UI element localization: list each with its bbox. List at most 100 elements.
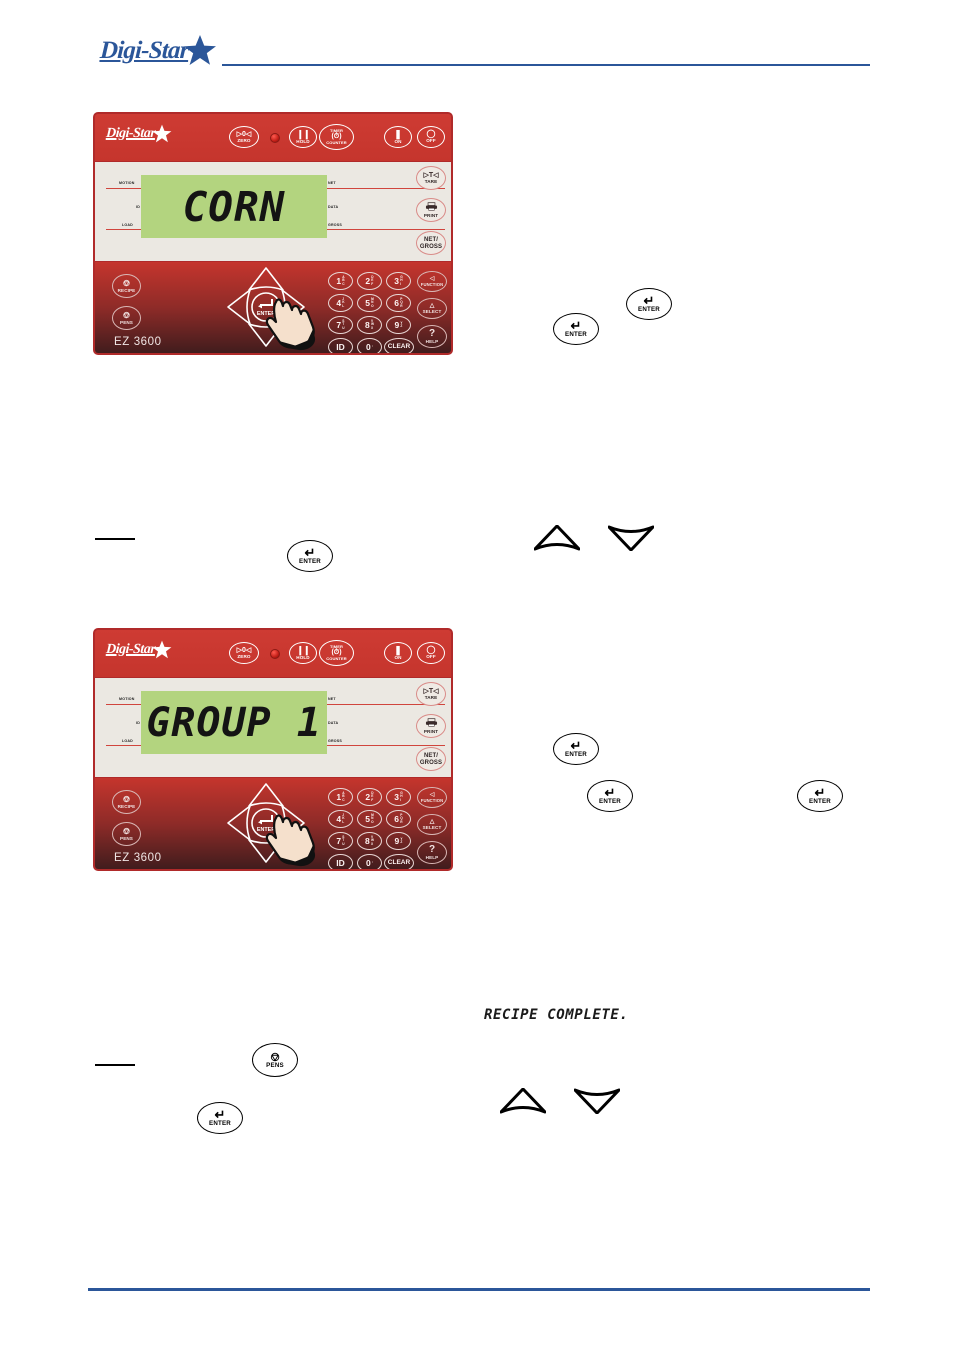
key-0[interactable]: 0 : xyxy=(357,338,382,353)
key-num: 0 xyxy=(366,857,371,868)
list-dash xyxy=(95,538,135,540)
hold-button[interactable]: ❙❙ HOLD xyxy=(289,642,317,664)
enter-icon[interactable]: ↵ ENTER xyxy=(587,780,633,812)
key-letters: ABC xyxy=(342,790,345,802)
off-button[interactable]: ◯ OFF xyxy=(417,126,445,148)
dpad-left xyxy=(227,805,251,841)
enter-icon[interactable]: ↵ ENTER xyxy=(553,733,599,765)
key-3[interactable]: 3 GHI xyxy=(386,272,411,290)
power-off-icon: ◯ xyxy=(426,129,436,139)
key-0[interactable]: 0 : xyxy=(357,854,382,869)
key-9[interactable]: 9 YZ xyxy=(386,316,411,334)
key-clear[interactable]: CLEAR xyxy=(384,854,414,869)
enter-label: ENTER xyxy=(209,1120,231,1128)
print-button[interactable]: PRINT xyxy=(416,714,446,738)
key-5[interactable]: 5 MNO xyxy=(357,294,382,312)
hold-label: HOLD xyxy=(296,654,310,660)
key-9[interactable]: 9 YZ xyxy=(386,832,411,850)
recipe-button[interactable]: ⎊ RECIPE xyxy=(112,274,141,298)
enter-label: ENTER xyxy=(299,558,321,566)
dpad-left xyxy=(227,289,251,325)
annunciator-rule xyxy=(327,229,445,230)
hand-pointer-icon xyxy=(263,812,321,869)
down-arrow-icon[interactable] xyxy=(607,525,655,556)
key-8[interactable]: 8 VWX xyxy=(357,316,382,334)
power-led xyxy=(270,133,280,143)
annunciator-data: DATA xyxy=(328,721,339,725)
key-5[interactable]: 5 MNO xyxy=(357,810,382,828)
counter-label: COUNTER xyxy=(326,656,347,661)
function-button[interactable]: ◁ FUNCTION xyxy=(417,271,447,292)
key-letters: MNO xyxy=(371,296,374,308)
hold-button[interactable]: ❙❙ HOLD xyxy=(289,126,317,148)
key-6[interactable]: 6 PQR xyxy=(386,810,411,828)
key-4[interactable]: 4 JKL xyxy=(328,810,353,828)
key-num: 0 xyxy=(366,341,371,352)
enter-icon[interactable]: ↵ ENTER xyxy=(553,313,599,345)
key-id[interactable]: ID xyxy=(328,338,353,353)
key-num: 6 xyxy=(394,297,400,308)
timer-counter-button[interactable]: TIMER (⏱) COUNTER xyxy=(319,640,354,666)
key-letters: YZ xyxy=(400,836,403,844)
key-num: 5 xyxy=(365,297,370,308)
up-arrow-icon[interactable] xyxy=(499,1087,547,1119)
print-button[interactable]: PRINT xyxy=(416,198,446,222)
help-button[interactable]: ? HELP xyxy=(417,325,447,348)
enter-icon[interactable]: ↵ ENTER xyxy=(797,780,843,812)
key-3[interactable]: 3 GHI xyxy=(386,788,411,806)
tare-button[interactable]: ▷T◁ TARE xyxy=(416,682,446,706)
recipe-button[interactable]: ⎊ RECIPE xyxy=(112,790,141,814)
net-gross-button[interactable]: NET/ GROSS xyxy=(416,747,446,771)
tare-button[interactable]: ▷T◁ TARE xyxy=(416,166,446,190)
power-on-icon: ❚ xyxy=(394,128,402,139)
on-button[interactable]: ❚ ON xyxy=(384,126,412,148)
key-6[interactable]: 6 PQR xyxy=(386,294,411,312)
key-2[interactable]: 2 DEF xyxy=(357,272,382,290)
key-8[interactable]: 8 VWX xyxy=(357,832,382,850)
key-id[interactable]: ID xyxy=(328,854,353,869)
key-1[interactable]: 1 ABC xyxy=(328,272,353,290)
pens-button[interactable]: ⎊ PENS xyxy=(112,822,141,846)
down-arrow-icon[interactable] xyxy=(573,1088,621,1119)
select-button[interactable]: △ SELECT xyxy=(417,298,447,319)
zero-label: ZERO xyxy=(237,653,251,659)
select-label: SELECT xyxy=(422,824,442,830)
on-button[interactable]: ❚ ON xyxy=(384,642,412,664)
key-2[interactable]: 2 DEF xyxy=(357,788,382,806)
annunciator-rule xyxy=(327,745,445,746)
annunciator-rule xyxy=(106,745,143,746)
enter-icon[interactable]: ↵ ENTER xyxy=(287,540,333,572)
pens-icon[interactable]: ⎊ PENS xyxy=(252,1043,298,1077)
left-caret-icon: ◁ xyxy=(429,791,435,798)
zero-button[interactable]: ▷0◁ ZERO xyxy=(229,126,259,148)
key-1[interactable]: 1 ABC xyxy=(328,788,353,806)
net-gross-button[interactable]: NET/ GROSS xyxy=(416,231,446,255)
key-7[interactable]: 7 STU xyxy=(328,832,353,850)
pens-button[interactable]: ⎊ PENS xyxy=(112,306,141,330)
enter-icon[interactable]: ↵ ENTER xyxy=(626,288,672,320)
enter-icon[interactable]: ↵ ENTER xyxy=(197,1102,243,1134)
timer-counter-button[interactable]: TIMER (⏱) COUNTER xyxy=(319,124,354,150)
key-num: 4 xyxy=(336,813,342,824)
footer-rule xyxy=(88,1288,870,1291)
annunciator-data: DATA xyxy=(328,205,339,209)
up-arrow-icon[interactable] xyxy=(533,524,581,556)
key-clear[interactable]: CLEAR xyxy=(384,338,414,353)
key-letters: ABC xyxy=(342,274,345,286)
key-letters: DEF xyxy=(371,790,374,802)
zero-button[interactable]: ▷0◁ ZERO xyxy=(229,642,259,664)
help-button[interactable]: ? HELP xyxy=(417,841,447,864)
key-4[interactable]: 4 JKL xyxy=(328,294,353,312)
device-logo: Digi-Star xyxy=(106,122,175,143)
zero-glyph: ▷0◁ xyxy=(236,130,252,138)
key-7[interactable]: 7 STU xyxy=(328,316,353,334)
off-button[interactable]: ◯ OFF xyxy=(417,642,445,664)
pens-label: PENS xyxy=(120,319,133,325)
on-label: ON xyxy=(394,138,402,144)
select-button[interactable]: △ SELECT xyxy=(417,814,447,835)
function-button[interactable]: ◁ FUNCTION xyxy=(417,787,447,808)
tare-label: TARE xyxy=(424,178,438,184)
pens-icon: ⎊ xyxy=(122,825,131,836)
counter-label: COUNTER xyxy=(326,140,347,145)
key-num: 1 xyxy=(336,791,342,802)
